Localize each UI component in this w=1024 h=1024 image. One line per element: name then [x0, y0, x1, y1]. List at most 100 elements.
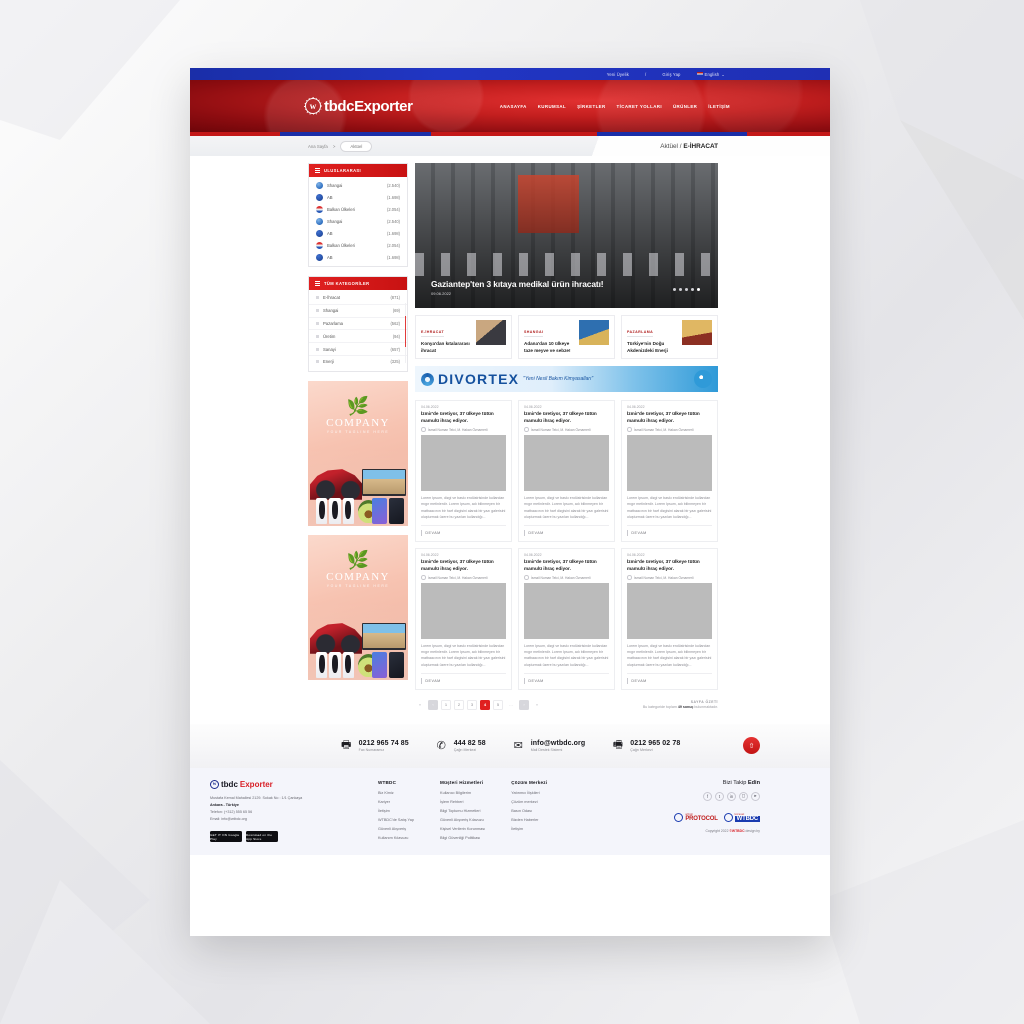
- read-more-button[interactable]: DEVAM: [421, 525, 506, 537]
- news-image: [524, 582, 609, 639]
- footer-link[interactable]: Kullanım Kılavuzu: [378, 836, 414, 840]
- footer-link[interactable]: Bilgi Güvenliği Politikası: [440, 836, 485, 840]
- news-date: 04.06.2022: [421, 553, 439, 558]
- news-card[interactable]: 04.06.2022 İzmir'de üretiyor, 37 ülkeye …: [621, 400, 718, 543]
- divortex-ad-banner[interactable]: DIVORTEX "Yeni Nesil Bakım Kimyasalları": [415, 366, 718, 393]
- hero-dot[interactable]: [679, 288, 682, 291]
- list-item[interactable]: Balkan Ülkeleri (2.054): [309, 239, 407, 251]
- nav-item-sirketler[interactable]: ŞİRKETLER: [577, 104, 605, 109]
- hero-pagination-dots[interactable]: [673, 288, 700, 291]
- news-card[interactable]: 04.06.2022 İzmir'de üretiyor, 37 ülkeye …: [415, 400, 512, 543]
- nav-item-iletisim[interactable]: İLETİŞİM: [708, 104, 730, 109]
- pagination-next[interactable]: ›: [519, 699, 529, 710]
- nav-item-anasayfa[interactable]: ANASAYFA: [500, 104, 527, 109]
- breadcrumb-current[interactable]: Aktüel: [340, 140, 373, 152]
- read-more-button[interactable]: DEVAM: [524, 672, 609, 684]
- footer-link[interactable]: İletişim: [511, 827, 547, 831]
- list-item[interactable]: Shangai (2.540): [309, 179, 407, 191]
- contact-email[interactable]: ✉ info@wtbdc.org Mail Destek Sistemi: [512, 739, 586, 753]
- hero-slider[interactable]: Gaziantep'ten 3 kıtaya medikal ürün ihra…: [415, 163, 718, 308]
- footer-link[interactable]: İşlem Rehberi: [440, 800, 485, 804]
- list-item[interactable]: E-İhracat (871): [309, 292, 407, 304]
- contact-fax[interactable]: 🖶 0212 965 74 85 Fax Numaramız: [340, 739, 409, 752]
- list-item[interactable]: Pazarlama (562): [309, 316, 407, 330]
- nav-item-kurumsal[interactable]: KURUMSAL: [538, 104, 566, 109]
- linkedin-icon[interactable]: in: [727, 791, 736, 801]
- register-link[interactable]: Yeni Üyelik: [607, 72, 629, 77]
- hero-dot[interactable]: [691, 288, 694, 291]
- footer-link[interactable]: Biz Kimiz: [378, 791, 414, 795]
- pagination-page-2[interactable]: 2: [454, 699, 464, 710]
- footer-link[interactable]: Bilgi Toplumu Hizmetleri: [440, 809, 485, 813]
- breadcrumb-chevron-icon: >: [332, 143, 336, 149]
- footer-link[interactable]: Çözüm merkezi: [511, 800, 547, 804]
- footer-link[interactable]: Güvenli Alışveriş Kılavuzu: [440, 818, 485, 822]
- hero-dot[interactable]: [685, 288, 688, 291]
- footer-link[interactable]: Kişisel Verilerin Korunması: [440, 827, 485, 831]
- youtube-icon[interactable]: ▸: [751, 791, 760, 801]
- list-item[interactable]: Balkan Ülkeleri (2.054): [309, 203, 407, 215]
- read-more-button[interactable]: DEVAM: [627, 672, 712, 684]
- feature-card[interactable]: SHANGAI Adana'dan 10 ülkeye taze meyve v…: [518, 315, 615, 360]
- login-link[interactable]: Giriş Yap: [662, 72, 680, 77]
- twitter-icon[interactable]: t: [715, 791, 724, 801]
- news-card[interactable]: 04.06.2022 İzmir'de üretiyor, 37 ülkeye …: [621, 548, 718, 690]
- language-switcher[interactable]: English ⌄: [696, 72, 725, 77]
- pagination-page-3[interactable]: 3: [467, 699, 477, 710]
- google-play-badge[interactable]: GET IT ON Google Play: [210, 831, 242, 842]
- hero-dot-active[interactable]: [697, 288, 700, 291]
- list-item[interactable]: Sanayi (657): [309, 342, 407, 355]
- categories-scrollbar[interactable]: [404, 303, 407, 363]
- contact-phone-2[interactable]: 🖷 0212 965 02 78 Çağrı Merkezi: [611, 739, 681, 752]
- sidebar-ad-2[interactable]: 🌿 COMPANY YOUR TAGLINE HERE: [308, 534, 408, 680]
- nav-item-urunler[interactable]: ÜRÜNLER: [673, 104, 697, 109]
- international-list: Shangai (2.540) AB (1.698) Balkan Ülkele…: [309, 177, 407, 266]
- list-item[interactable]: Üretim (94): [309, 329, 407, 342]
- footer-link[interactable]: Bizden Haberler: [511, 818, 547, 822]
- pagination-prev[interactable]: ‹: [428, 699, 438, 710]
- footer-link[interactable]: Kariyer: [378, 800, 414, 804]
- pagination-page-4-active[interactable]: 4: [480, 699, 490, 710]
- list-item[interactable]: AB (1.698): [309, 191, 407, 203]
- list-item[interactable]: AB (1.698): [309, 227, 407, 239]
- wtbdc-logo[interactable]: küresel WTBDC: [723, 812, 760, 822]
- footer-link[interactable]: WTBDC'de Satış Yap: [378, 818, 414, 822]
- list-item[interactable]: Shangai (2.540): [309, 215, 407, 227]
- footer-logo[interactable]: w tbdc Exporter: [210, 779, 352, 789]
- news-card[interactable]: 04.06.2022 İzmir'de üretiyor, 37 ülkeye …: [518, 400, 615, 543]
- app-store-badge[interactable]: Download on the App Store: [246, 831, 278, 842]
- hero-title: Gaziantep'ten 3 kıtaya medikal ürün ihra…: [431, 279, 604, 289]
- list-item[interactable]: Shangai (69): [309, 303, 407, 317]
- list-item[interactable]: Enerji (325): [309, 354, 407, 368]
- pagination-last[interactable]: »: [532, 700, 542, 710]
- footer-link[interactable]: İletişim: [378, 809, 414, 813]
- scroll-to-top-button[interactable]: ⇧: [743, 737, 760, 755]
- contact-call-center[interactable]: ✆ 444 82 58 Çağrı Merkezi: [435, 739, 486, 753]
- site-logo[interactable]: w tbdcExporter: [305, 98, 413, 115]
- phone-icon: ✆: [436, 740, 446, 753]
- list-item-count: (2.054): [387, 206, 400, 212]
- read-more-button[interactable]: DEVAM: [627, 525, 712, 537]
- feature-card[interactable]: E-İHRACAT Konya'dan kıtalararası ihracat: [415, 315, 512, 360]
- nav-item-ticaret-yollari[interactable]: TİCARET YOLLARI: [617, 104, 662, 109]
- news-card[interactable]: 04.06.2022 İzmir'de üretiyor, 37 ülkeye …: [415, 548, 512, 690]
- protocol-logo[interactable]: wtbdc PROTOCOL: [674, 812, 718, 822]
- facebook-icon[interactable]: f: [703, 791, 712, 801]
- instagram-icon[interactable]: ◻: [739, 791, 748, 801]
- breadcrumb-home[interactable]: Ana Sayfa: [308, 144, 328, 149]
- read-more-button[interactable]: DEVAM: [524, 525, 609, 537]
- ad-company-name: COMPANY: [326, 570, 390, 583]
- news-card[interactable]: 04.06.2022 İzmir'de üretiyor, 37 ülkeye …: [518, 548, 615, 690]
- list-item[interactable]: AB (1.698): [309, 251, 407, 263]
- footer-link[interactable]: Güvenli Alışveriş: [378, 827, 414, 831]
- sidebar-ad-1[interactable]: 🌿 COMPANY YOUR TAGLINE HERE: [308, 380, 408, 526]
- hero-dot[interactable]: [673, 288, 676, 291]
- footer-link[interactable]: Kullanıcı Bilgilerim: [440, 791, 485, 795]
- footer-link[interactable]: Yatırımcı İlişkileri: [511, 791, 547, 795]
- feature-card[interactable]: PAZARLAMA Türkiye'nin Doğu Akdenizdeki E…: [621, 315, 718, 360]
- pagination-first[interactable]: «: [415, 700, 425, 710]
- read-more-button[interactable]: DEVAM: [421, 672, 506, 684]
- pagination-page-5[interactable]: 5: [493, 699, 503, 710]
- pagination-page-1[interactable]: 1: [441, 699, 451, 710]
- footer-link[interactable]: Basın Odası: [511, 809, 547, 813]
